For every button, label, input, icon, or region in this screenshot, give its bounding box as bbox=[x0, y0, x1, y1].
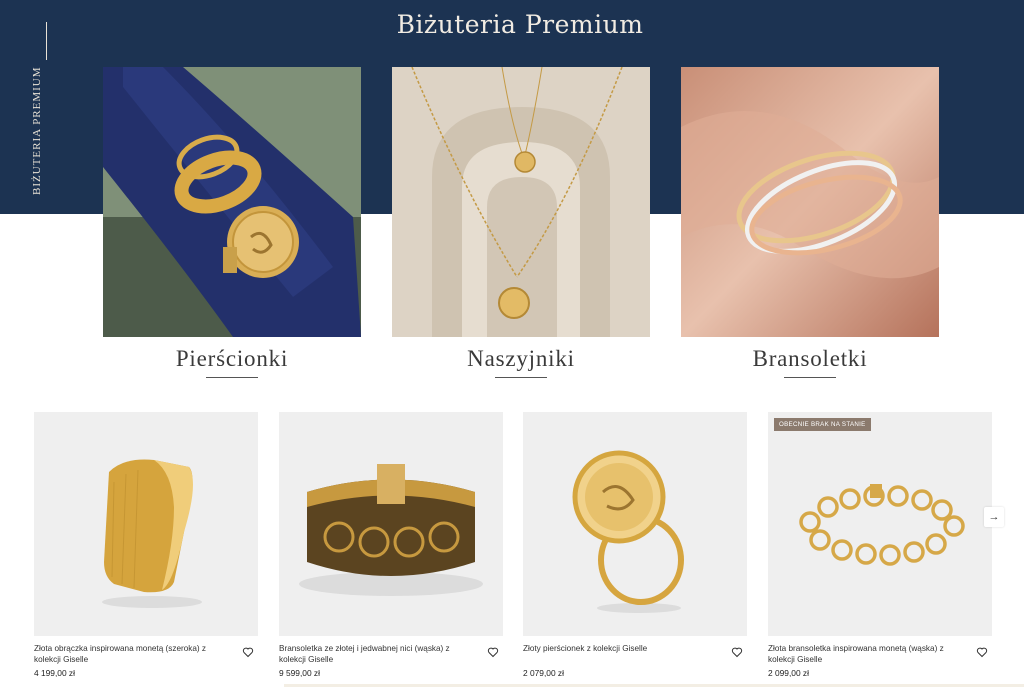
category-underline bbox=[206, 377, 258, 378]
category-card-rings[interactable]: Pierścionki bbox=[103, 67, 361, 378]
product-image[interactable]: OBECNIE BRAK NA STANIE bbox=[768, 412, 992, 636]
product-price: 2 079,00 zł bbox=[523, 668, 564, 678]
heart-icon[interactable] bbox=[242, 646, 254, 658]
product-card[interactable]: Bransoletka ze złotej i jedwabnej nici (… bbox=[279, 412, 503, 678]
heart-icon[interactable] bbox=[976, 646, 988, 658]
page-title: Biżuteria Premium bbox=[396, 10, 644, 39]
product-price: 9 599,00 zł bbox=[279, 668, 320, 678]
arrow-right-icon: → bbox=[988, 511, 1000, 523]
product-name[interactable]: Złoty pierścionek z kolekcji Giselle bbox=[523, 643, 713, 654]
category-card-necklaces[interactable]: Naszyjniki bbox=[392, 67, 650, 378]
product-image[interactable] bbox=[34, 412, 258, 636]
side-brand-label: BIŻUTERIA PREMIUM bbox=[31, 66, 43, 195]
category-underline bbox=[495, 377, 547, 378]
heart-icon[interactable] bbox=[731, 646, 743, 658]
category-card-bracelets[interactable]: Bransoletki bbox=[681, 67, 939, 378]
product-card[interactable]: OBECNIE BRAK NA STANIE Złota bransoletka… bbox=[768, 412, 992, 678]
category-image-rings[interactable] bbox=[103, 67, 361, 337]
category-label-bracelets[interactable]: Bransoletki bbox=[681, 346, 939, 372]
product-name[interactable]: Złota bransoletka inspirowana monetą (wą… bbox=[768, 643, 958, 665]
product-price: 4 199,00 zł bbox=[34, 668, 75, 678]
product-card[interactable]: Złota obrączka inspirowana monetą (szero… bbox=[34, 412, 258, 678]
category-label-rings[interactable]: Pierścionki bbox=[103, 346, 361, 372]
product-price: 2 099,00 zł bbox=[768, 668, 809, 678]
product-image[interactable] bbox=[523, 412, 747, 636]
status-badge: OBECNIE BRAK NA STANIE bbox=[774, 418, 871, 431]
category-underline bbox=[784, 377, 836, 378]
category-label-necklaces[interactable]: Naszyjniki bbox=[392, 346, 650, 372]
carousel-next-button[interactable]: → bbox=[984, 507, 1004, 527]
product-name[interactable]: Bransoletka ze złotej i jedwabnej nici (… bbox=[279, 643, 469, 665]
product-card[interactable]: Złoty pierścionek z kolekcji Giselle 2 0… bbox=[523, 412, 747, 678]
category-image-bracelets[interactable] bbox=[681, 67, 939, 337]
heart-icon[interactable] bbox=[487, 646, 499, 658]
product-name[interactable]: Złota obrączka inspirowana monetą (szero… bbox=[34, 643, 224, 665]
category-image-necklaces[interactable] bbox=[392, 67, 650, 337]
product-image[interactable] bbox=[279, 412, 503, 636]
